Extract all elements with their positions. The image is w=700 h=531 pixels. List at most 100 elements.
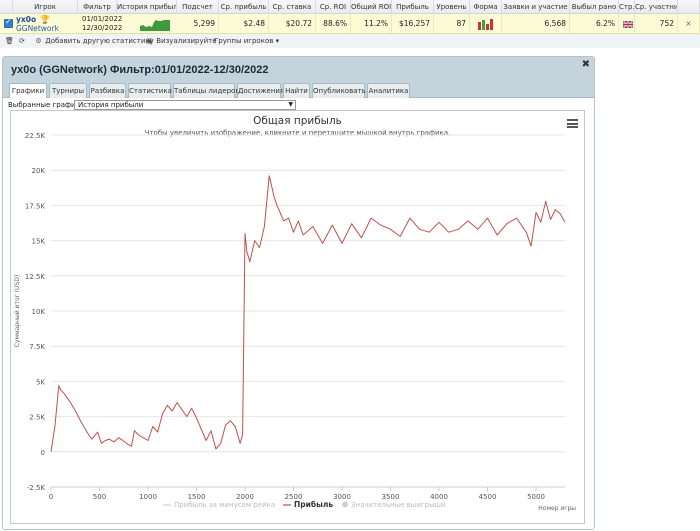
legend-marker-big-wins — [342, 501, 348, 508]
header-remove — [678, 0, 700, 14]
y-tick-label: 0 — [41, 449, 45, 457]
cell-profit: $16,257 — [392, 14, 434, 34]
series-line-profit — [50, 175, 566, 452]
y-tick-label: 15K — [32, 238, 46, 246]
player-name-link[interactable]: yx0o — [16, 15, 36, 24]
header-avg-profit[interactable]: Ср. прибыль — [219, 0, 269, 14]
cell-count: 5,299 — [177, 14, 219, 34]
stats-toolbar: 🗑 ⟳ ⚙ Добавить другую статистику ▣ Визуа… — [0, 34, 700, 48]
tab-publish[interactable]: Опубликовать — [312, 83, 366, 98]
visualize-label: Визуализируйте — [156, 37, 217, 45]
legend-item-rake: Прибыль за минусом рейка — [174, 501, 275, 509]
y-tick-label: 2.5K — [29, 414, 45, 422]
tab-breakdown[interactable]: Разбивка — [89, 83, 126, 98]
header-count[interactable]: Подсчет — [177, 0, 219, 14]
y-tick-label: -2.5K — [27, 484, 46, 492]
player-groups-dropdown[interactable]: Группы игроков ▾ — [214, 35, 279, 47]
x-tick-label: 500 — [93, 493, 106, 501]
player-row[interactable]: yx0o 🏆 GGNetwork 01/01/2022 12/30/2022 5… — [0, 14, 700, 34]
x-tick-label: 4500 — [479, 493, 497, 501]
header-avg-stake[interactable]: Ср. ставка — [269, 0, 316, 14]
cell-level: 87 — [434, 14, 470, 34]
trash-icon[interactable]: 🗑 — [5, 35, 14, 47]
cell-entries: 6,568 — [502, 14, 570, 34]
header-avg-roi[interactable]: Ср. ROI — [316, 0, 351, 14]
header-filter[interactable]: Фильтр — [78, 0, 117, 14]
header-player[interactable]: Игрок — [13, 0, 78, 14]
tab-tournaments[interactable]: Турниры — [49, 83, 87, 98]
tab-achievements[interactable]: Достижения — [237, 83, 284, 98]
x-tick-label: 1000 — [139, 493, 157, 501]
filter-to: 12/30/2022 — [82, 24, 123, 32]
gear-icon: ⚙ — [35, 37, 42, 45]
stats-panel: Игрок Фильтр История прибыли Подсчет Ср.… — [0, 0, 700, 48]
image-icon: ▣ — [146, 37, 153, 45]
y-tick-label: 5K — [36, 378, 45, 386]
filter-from: 01/01/2022 — [82, 15, 123, 23]
y-tick-label: 7.5K — [29, 343, 45, 351]
add-stats-label: Добавить другую статистику — [45, 37, 154, 45]
header-avg-participants[interactable]: Ср. участник — [635, 0, 678, 14]
y-tick-label: 20K — [32, 167, 46, 175]
dialog-title: yx0o (GGNetwork) Фильтр:01/01/2022-12/30… — [3, 57, 594, 83]
tab-charts[interactable]: Графики — [9, 83, 47, 99]
header-profit-history[interactable]: История прибыли — [117, 0, 177, 14]
x-axis-label: Номер игры — [538, 505, 576, 512]
cell-form — [470, 14, 502, 34]
remove-row-button[interactable]: × — [678, 14, 700, 34]
y-tick-label: 22.5K — [25, 132, 46, 140]
y-tick-label: 10K — [32, 308, 46, 316]
cell-avg-participants: 752 — [635, 14, 678, 34]
x-tick-label: 4000 — [430, 493, 448, 501]
x-tick-label: 5000 — [527, 493, 545, 501]
header-total-roi[interactable]: Общий ROI — [351, 0, 392, 14]
cell-total-roi: 11.2% — [351, 14, 392, 34]
filter-dates: 01/01/2022 12/30/2022 — [82, 15, 122, 33]
refresh-icon[interactable]: ⟳ — [19, 35, 25, 47]
dialog-body: Выбранные графики: История прибыли ▼ Общ… — [3, 98, 594, 529]
cell-country — [619, 14, 635, 34]
legend-item-profit: Прибыль — [294, 500, 333, 509]
add-stats-button[interactable]: ⚙ Добавить другую статистику — [34, 35, 154, 47]
form-bars-icon — [478, 19, 493, 30]
header-form[interactable]: Форма — [470, 0, 502, 14]
x-tick-label: 3500 — [382, 493, 400, 501]
stats-header-row: Игрок Фильтр История прибыли Подсчет Ср.… — [0, 0, 700, 14]
chart-plot[interactable]: -2.5K02.5K5K7.5K10K12.5K15K17.5K20K22.5K… — [11, 111, 584, 523]
cell-avg-roi: 88.6% — [316, 14, 351, 34]
header-select-all[interactable] — [0, 0, 13, 14]
visualize-button[interactable]: ▣ Визуализируйте — [145, 35, 217, 47]
x-tick-label: 1500 — [188, 493, 206, 501]
player-network: GGNetwork — [16, 24, 59, 33]
tab-analytics[interactable]: Аналитика — [367, 83, 410, 98]
y-tick-label: 12.5K — [25, 273, 46, 281]
y-tick-label: 17.5K — [25, 202, 46, 210]
legend-item-big-wins: Значительные выигрыши — [351, 501, 445, 509]
player-dialog: yx0o (GGNetwork) Фильтр:01/01/2022-12/30… — [2, 56, 595, 530]
tab-statistics[interactable]: Статистика — [128, 83, 172, 98]
chart-select-value: История прибыли — [78, 101, 144, 109]
cell-early-out: 6.2% — [570, 14, 619, 34]
dialog-tabs: Графики Турниры Разбивка Статистика Табл… — [3, 83, 594, 99]
uk-flag-icon — [623, 21, 633, 28]
profit-chart[interactable]: Общая прибыль Чтобы увеличить изображени… — [10, 110, 585, 524]
y-axis-label: Суммарный итог (USD) — [14, 275, 21, 347]
tab-find[interactable]: Найти — [283, 83, 310, 98]
header-profit[interactable]: Прибыль — [392, 0, 434, 14]
header-level[interactable]: Уровень — [434, 0, 470, 14]
close-icon[interactable]: ✖ — [582, 59, 590, 70]
header-entries[interactable]: Заявки и участие — [502, 0, 570, 14]
profit-sparkline[interactable] — [140, 16, 170, 31]
row-checkbox[interactable] — [4, 17, 13, 28]
chevron-down-icon: ▼ — [288, 101, 293, 108]
trophy-icon: 🏆 — [40, 15, 50, 24]
cell-avg-stake: $20.72 — [269, 14, 316, 34]
header-early-out[interactable]: Выбыл рано — [570, 0, 619, 14]
chart-select[interactable]: История прибыли ▼ — [74, 100, 296, 110]
cell-avg-profit: $2.48 — [219, 14, 269, 34]
header-country[interactable]: Стр. — [619, 0, 635, 14]
tab-leaderboards[interactable]: Таблицы лидеров — [173, 83, 239, 98]
x-tick-label: 0 — [49, 493, 53, 501]
x-tick-label: 2000 — [236, 493, 254, 501]
x-tick-label: 3000 — [333, 493, 351, 501]
